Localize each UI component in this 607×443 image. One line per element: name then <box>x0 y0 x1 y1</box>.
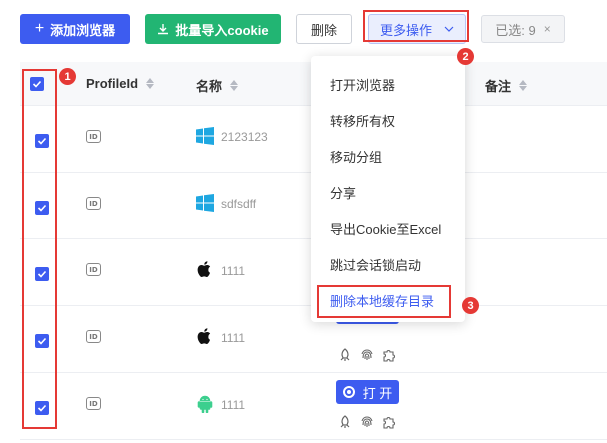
import-cookie-button[interactable]: 批量导入cookie <box>145 14 281 44</box>
android-icon <box>196 395 214 414</box>
fingerprint-icon <box>360 348 374 362</box>
open-button[interactable]: 打 开 <box>336 380 399 404</box>
more-actions-dropdown: 打开浏览器 转移所有权 移动分组 分享 导出Cookie至Excel 跳过会话锁… <box>311 56 465 322</box>
profile-id-icon[interactable]: ID <box>86 397 101 410</box>
rocket-icon <box>338 348 352 362</box>
upload-icon <box>157 23 169 35</box>
menu-item-share[interactable]: 分享 <box>311 174 465 210</box>
fingerprint-icon <box>360 415 374 429</box>
plus-icon: + <box>34 20 45 37</box>
header-name[interactable]: 名称 <box>196 76 239 95</box>
windows-icon <box>196 127 214 145</box>
open-button-label: 打 开 <box>362 385 393 401</box>
header-remark[interactable]: 备注 <box>485 76 528 95</box>
profile-id-icon[interactable]: ID <box>86 130 101 143</box>
row-feature-icons <box>338 415 396 429</box>
apple-icon <box>196 260 214 278</box>
profile-name: 1111 <box>221 398 246 412</box>
rocket-icon <box>338 415 352 429</box>
add-browser-button[interactable]: + 添加浏览器 <box>20 14 130 44</box>
annotation-badge-3: 3 <box>462 297 479 314</box>
profile-id-icon[interactable]: ID <box>86 330 101 343</box>
import-cookie-label: 批量导入cookie <box>175 22 269 38</box>
delete-button[interactable]: 删除 <box>296 14 352 44</box>
profile-name: 1111 <box>221 264 246 278</box>
row-feature-icons <box>338 348 396 362</box>
menu-item-export-cookie[interactable]: 导出Cookie至Excel <box>311 210 465 246</box>
puzzle-icon <box>382 415 396 429</box>
table-row[interactable] <box>20 373 607 440</box>
windows-icon <box>196 194 214 212</box>
header-profileid[interactable]: ProfileId <box>86 76 155 91</box>
selected-count-label: 已选: 9 <box>495 22 536 38</box>
profile-id-icon[interactable]: ID <box>86 197 101 210</box>
menu-item-skip-session-lock[interactable]: 跳过会话锁启动 <box>311 246 465 282</box>
sort-icon <box>519 80 528 91</box>
puzzle-icon <box>382 348 396 362</box>
annotation-badge-1: 1 <box>59 68 76 85</box>
selected-count-chip: 已选: 9 × <box>481 15 565 43</box>
sort-icon <box>230 80 239 91</box>
annotation-box-more-actions <box>363 10 469 42</box>
chrome-icon <box>342 386 355 398</box>
menu-item-open-browser[interactable]: 打开浏览器 <box>311 66 465 102</box>
profile-id-icon[interactable]: ID <box>86 263 101 276</box>
menu-item-transfer-ownership[interactable]: 转移所有权 <box>311 102 465 138</box>
annotation-badge-2: 2 <box>457 48 474 65</box>
profile-name: sdfsdff <box>221 197 257 211</box>
annotation-box-delete-cache <box>317 285 451 318</box>
profile-name: 1111 <box>221 331 246 345</box>
sort-icon <box>146 78 155 89</box>
apple-icon <box>196 327 214 345</box>
clear-selection-icon[interactable]: × <box>544 22 551 36</box>
delete-label: 删除 <box>310 22 337 38</box>
menu-item-move-group[interactable]: 移动分组 <box>311 138 465 174</box>
annotation-box-checkboxes <box>22 69 57 429</box>
add-browser-label: 添加浏览器 <box>50 22 116 38</box>
profile-name: 2123123 <box>221 130 268 144</box>
